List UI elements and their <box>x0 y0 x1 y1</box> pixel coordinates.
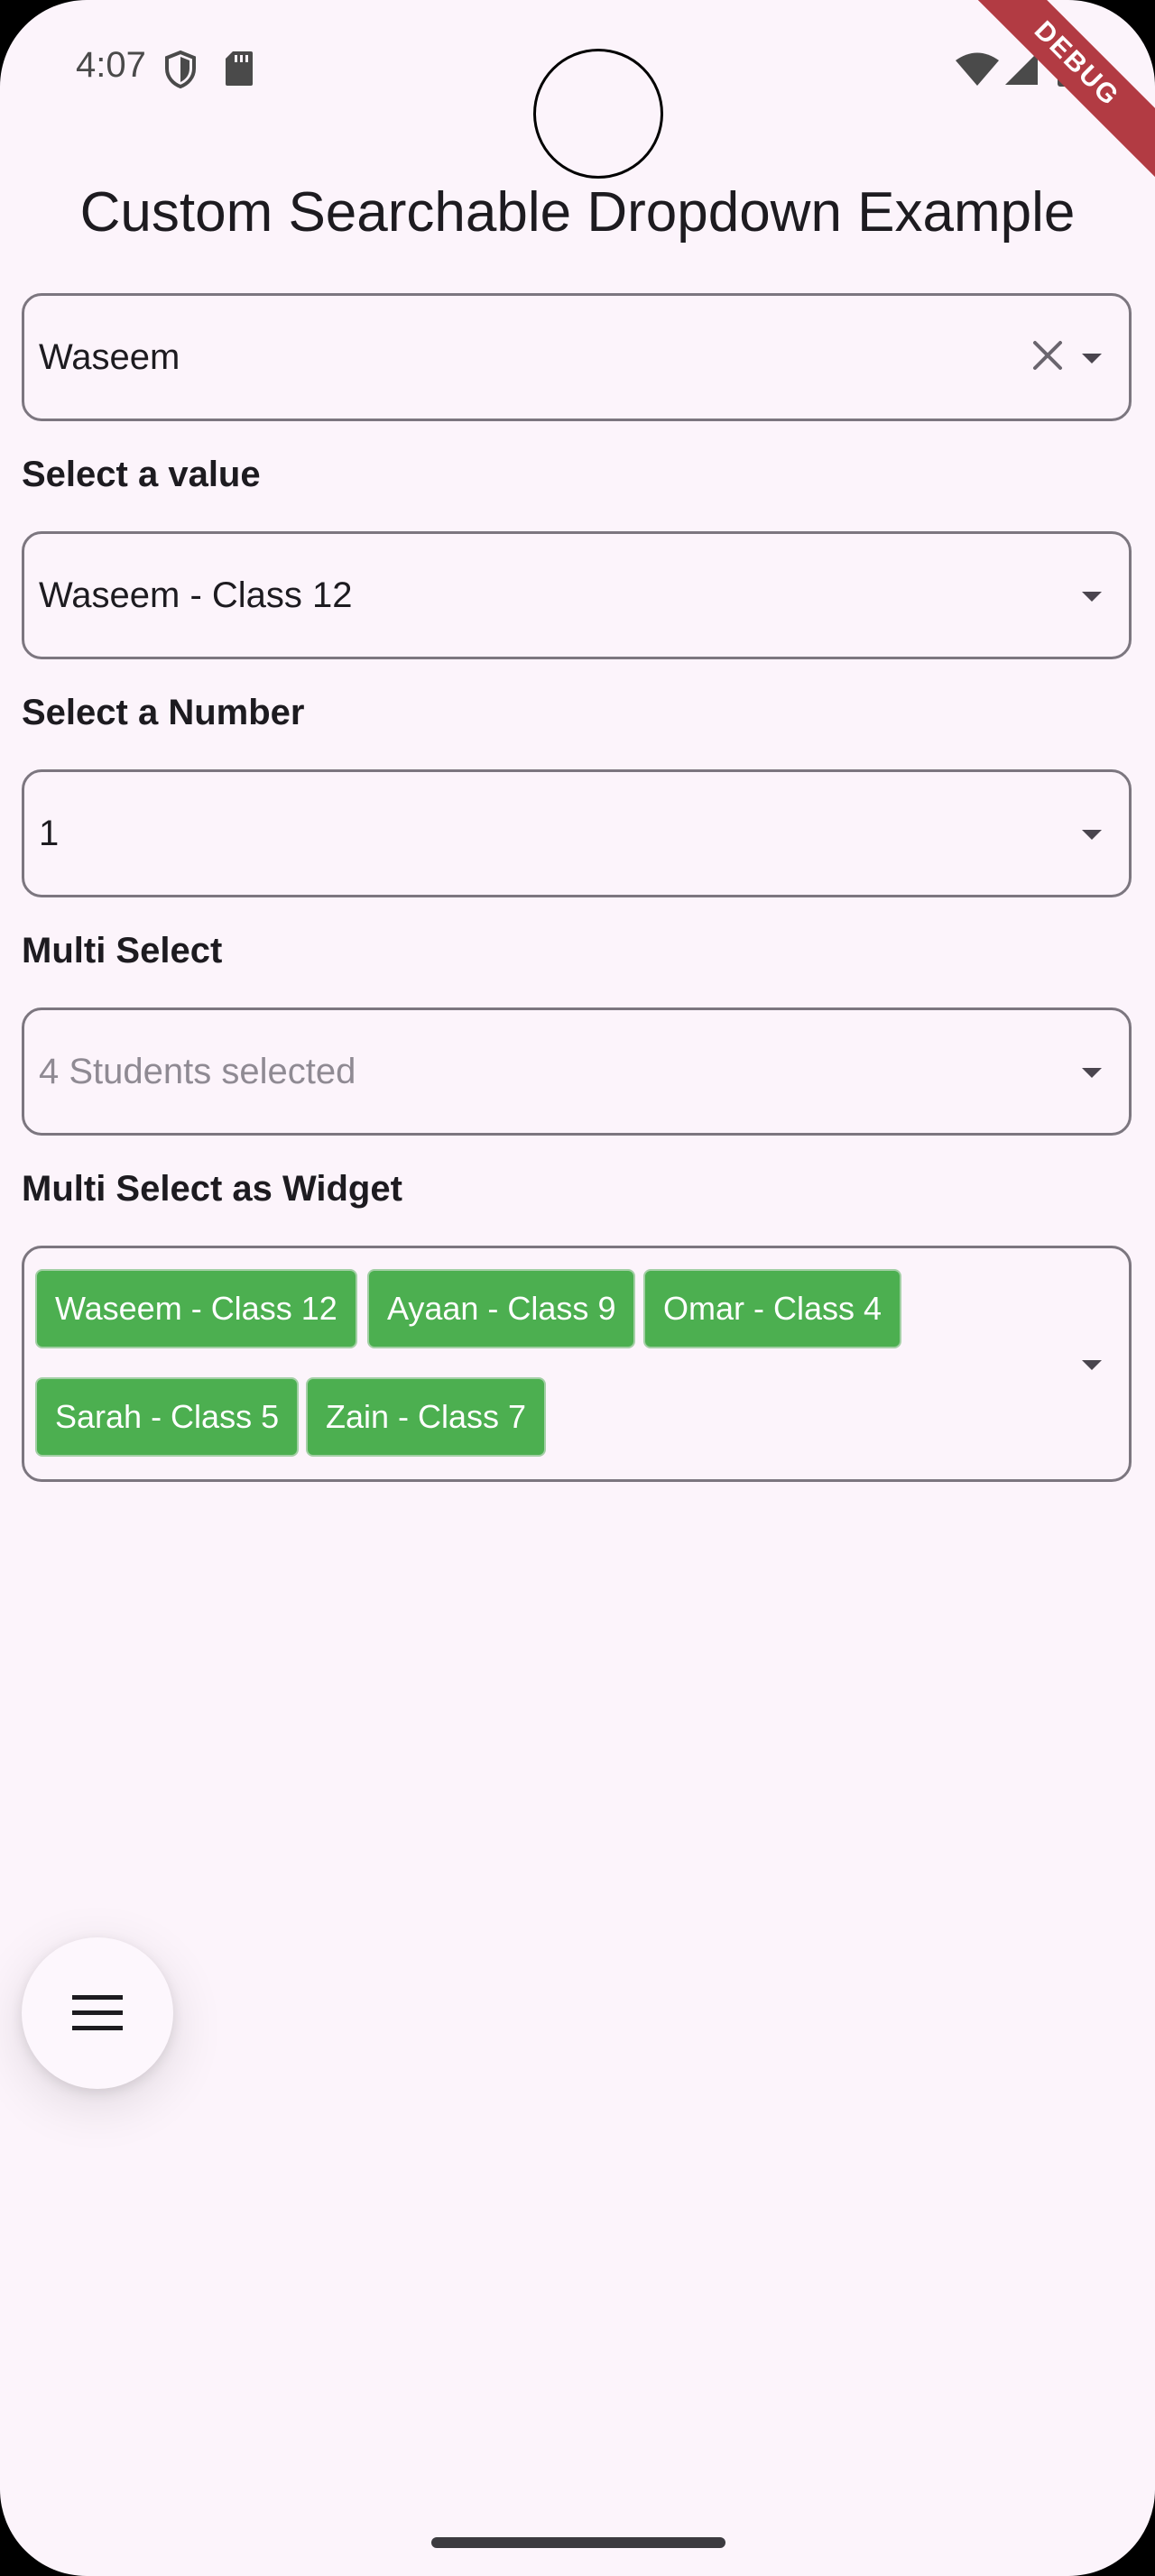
status-time: 4:07 <box>76 45 146 85</box>
select-value-label: Select a value <box>22 455 261 494</box>
home-indicator[interactable] <box>431 2537 725 2548</box>
student-chip: Zain - Class 7 <box>306 1377 547 1457</box>
multi-select-label: Multi Select <box>22 931 223 971</box>
select-number-dropdown-value: 1 <box>39 814 60 853</box>
status-bar: 4:07 <box>0 0 1155 179</box>
chevron-down-icon[interactable] <box>1082 1360 1102 1370</box>
student-chip: Sarah - Class 5 <box>35 1377 300 1457</box>
chevron-down-icon[interactable] <box>1082 1068 1102 1078</box>
sd-card-icon <box>226 51 253 86</box>
multi-select-widget-dropdown[interactable]: Waseem - Class 12 Ayaan - Class 9 Omar -… <box>22 1246 1132 1482</box>
multi-select-hint: 4 Students selected <box>39 1052 356 1091</box>
searchable-dropdown[interactable]: Waseem <box>22 293 1132 421</box>
select-number-label: Select a Number <box>22 693 305 732</box>
student-chip: Waseem - Class 12 <box>35 1269 357 1348</box>
select-value-dropdown[interactable]: Waseem - Class 12 <box>22 531 1132 659</box>
student-chip: Ayaan - Class 9 <box>367 1269 636 1348</box>
shield-icon <box>165 50 196 89</box>
student-chip: Omar - Class 4 <box>643 1269 902 1348</box>
clear-icon[interactable] <box>1030 337 1066 373</box>
menu-fab-button[interactable] <box>22 1937 173 2089</box>
app-screen: 4:07 DEBUG Custom Searchable Dropdown Ex… <box>0 0 1155 2576</box>
chevron-down-icon[interactable] <box>1082 830 1102 840</box>
camera-cutout <box>533 49 663 179</box>
select-number-dropdown[interactable]: 1 <box>22 769 1132 897</box>
select-value-dropdown-value: Waseem - Class 12 <box>39 575 353 615</box>
page-title: Custom Searchable Dropdown Example <box>79 181 1076 244</box>
multi-select-dropdown[interactable]: 4 Students selected <box>22 1007 1132 1136</box>
menu-icon <box>72 1995 123 2030</box>
wifi-icon <box>956 52 999 86</box>
chevron-down-icon[interactable] <box>1082 354 1102 363</box>
searchable-dropdown-value: Waseem <box>39 337 180 377</box>
multi-select-widget-label: Multi Select as Widget <box>22 1169 402 1209</box>
chevron-down-icon[interactable] <box>1082 592 1102 602</box>
